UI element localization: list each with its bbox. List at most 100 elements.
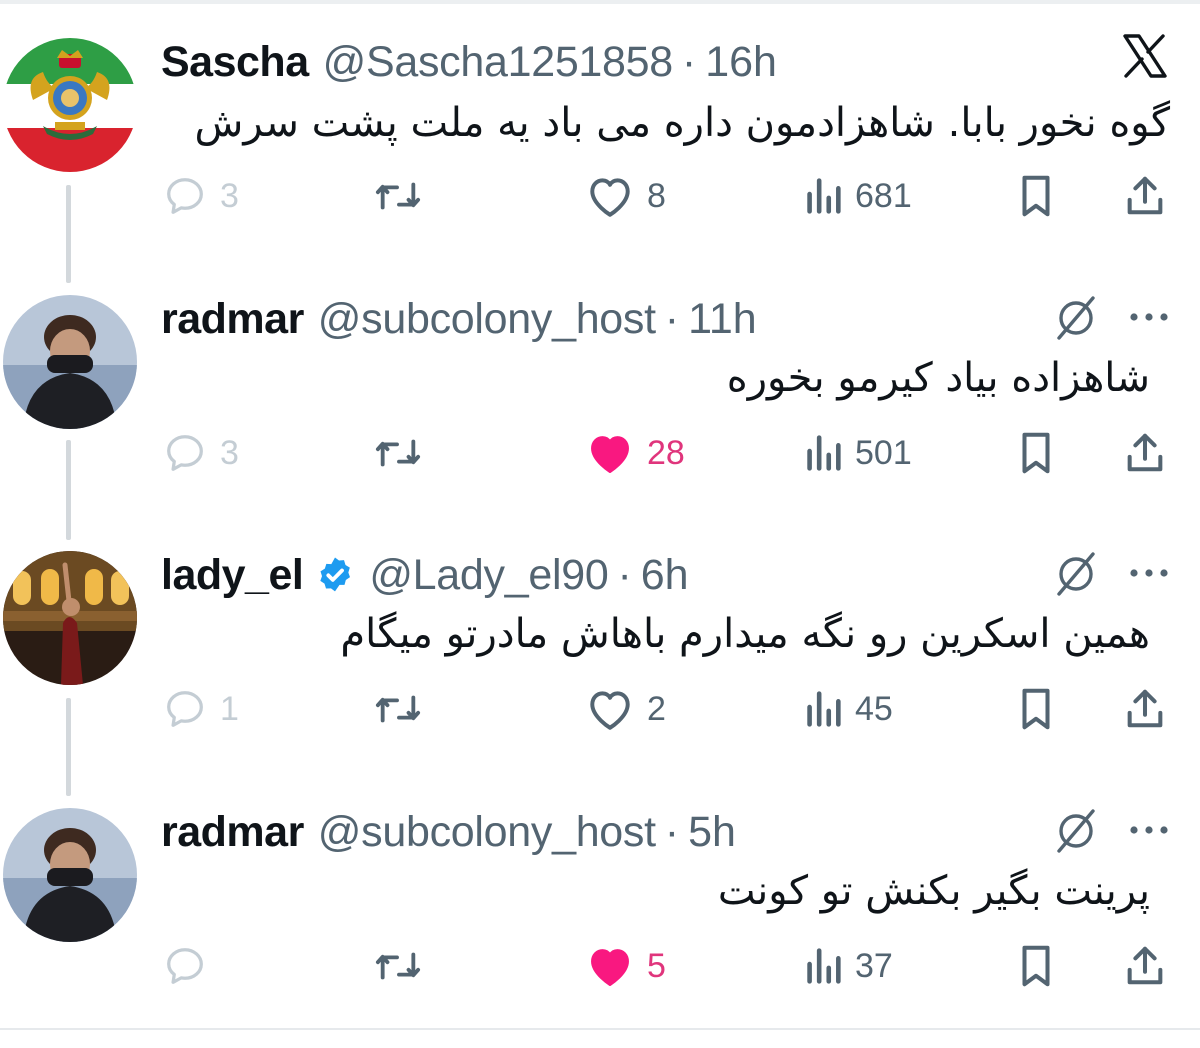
tweet[interactable]: Sascha @Sascha1251858 · 16h گوه نخور باب… bbox=[0, 34, 1200, 278]
heart-filled-icon bbox=[591, 436, 629, 473]
view-count: 45 bbox=[855, 689, 893, 728]
retweet-button[interactable] bbox=[372, 938, 424, 994]
retweet-icon bbox=[375, 439, 421, 467]
separator-dot: · bbox=[664, 294, 680, 343]
like-count: 28 bbox=[647, 433, 685, 472]
retweet-button[interactable] bbox=[372, 681, 424, 737]
views-chart-icon bbox=[807, 435, 841, 471]
reply-button[interactable]: 3 bbox=[162, 425, 239, 481]
bookmark-icon bbox=[1022, 175, 1050, 217]
views-button[interactable]: 681 bbox=[803, 168, 912, 224]
retweet-icon bbox=[375, 695, 421, 723]
share-icon bbox=[1127, 946, 1163, 985]
profile-photo-avatar bbox=[3, 551, 137, 685]
views-button[interactable]: 37 bbox=[803, 938, 893, 994]
reply-count: 1 bbox=[220, 689, 239, 728]
timestamp[interactable]: 5h bbox=[688, 808, 736, 857]
reply-icon bbox=[167, 435, 203, 471]
grok-icon[interactable] bbox=[1053, 808, 1099, 854]
views-chart-icon bbox=[807, 178, 841, 214]
tweet[interactable]: radmar @subcolony_host · 11h شاهزاده بیا… bbox=[0, 295, 1200, 535]
share-button[interactable] bbox=[1122, 681, 1168, 737]
heart-icon bbox=[590, 178, 630, 217]
views-button[interactable]: 45 bbox=[803, 681, 893, 737]
reply-count: 3 bbox=[220, 176, 239, 215]
like-button[interactable]: 28 bbox=[585, 425, 685, 481]
heart-icon bbox=[590, 691, 630, 730]
more-options-icon[interactable] bbox=[1128, 824, 1170, 836]
tweet-header: radmar @subcolony_host · 11h bbox=[161, 295, 757, 343]
bottom-divider bbox=[0, 1028, 1200, 1030]
like-count: 2 bbox=[647, 689, 666, 728]
tweet-text: پرینت بگیر بکنش تو کونت bbox=[717, 868, 1150, 914]
user-handle[interactable]: @Lady_el90 bbox=[369, 551, 608, 600]
bookmark-icon bbox=[1022, 432, 1050, 474]
action-bar: 3 28 501 bbox=[0, 425, 1200, 481]
tweet-text: همین اسکرین رو نگه میدارم باهاش مادرتو م… bbox=[340, 611, 1150, 657]
tweet-header: lady_el @Lady_el90 · 6h bbox=[161, 551, 689, 599]
like-button[interactable]: 2 bbox=[585, 681, 666, 737]
reply-count: 3 bbox=[220, 433, 239, 472]
grok-icon[interactable] bbox=[1053, 295, 1099, 341]
action-bar: 3 8 681 bbox=[0, 168, 1200, 224]
avatar[interactable] bbox=[3, 551, 137, 685]
avatar[interactable] bbox=[3, 38, 137, 172]
display-name[interactable]: lady_el bbox=[161, 551, 304, 600]
view-count: 37 bbox=[855, 946, 893, 985]
bookmark-button[interactable] bbox=[1014, 425, 1058, 481]
timestamp[interactable]: 6h bbox=[641, 551, 689, 600]
reply-button[interactable]: 1 bbox=[162, 681, 239, 737]
retweet-button[interactable] bbox=[372, 425, 424, 481]
action-bar: 1 2 45 bbox=[0, 681, 1200, 737]
timestamp[interactable]: 16h bbox=[705, 38, 777, 87]
like-count: 5 bbox=[647, 946, 666, 985]
tweet[interactable]: lady_el @Lady_el90 · 6h همین اسکرین رو ن… bbox=[0, 551, 1200, 791]
separator-dot: · bbox=[681, 37, 697, 86]
user-handle[interactable]: @Sascha1251858 bbox=[323, 38, 674, 87]
like-button[interactable]: 8 bbox=[585, 168, 666, 224]
more-options-icon[interactable] bbox=[1128, 311, 1170, 323]
like-count: 8 bbox=[647, 176, 666, 215]
more-options-icon[interactable] bbox=[1128, 567, 1170, 579]
display-name[interactable]: Sascha bbox=[161, 38, 309, 87]
x-logo-icon[interactable] bbox=[1121, 32, 1169, 80]
views-chart-icon bbox=[807, 948, 841, 984]
tweet-header: Sascha @Sascha1251858 · 16h bbox=[161, 38, 777, 86]
reply-button[interactable] bbox=[162, 938, 220, 994]
avatar[interactable] bbox=[3, 295, 137, 429]
reply-icon bbox=[167, 178, 203, 214]
top-divider bbox=[0, 0, 1200, 4]
share-button[interactable] bbox=[1122, 938, 1168, 994]
bookmark-button[interactable] bbox=[1014, 681, 1058, 737]
lion-and-sun-flag-avatar bbox=[3, 38, 137, 172]
like-button[interactable]: 5 bbox=[585, 938, 666, 994]
profile-photo-avatar bbox=[3, 808, 137, 942]
bookmark-icon bbox=[1022, 688, 1050, 730]
bookmark-icon bbox=[1022, 945, 1050, 987]
action-bar: 5 37 bbox=[0, 938, 1200, 994]
grok-icon[interactable] bbox=[1053, 551, 1099, 597]
retweet-icon bbox=[375, 952, 421, 980]
share-button[interactable] bbox=[1122, 425, 1168, 481]
tweet-text: شاهزاده بیاد کیرمو بخوره bbox=[726, 355, 1150, 401]
separator-dot: · bbox=[617, 550, 632, 599]
user-handle[interactable]: @subcolony_host bbox=[318, 295, 656, 344]
views-button[interactable]: 501 bbox=[803, 425, 912, 481]
reply-icon bbox=[167, 948, 203, 984]
heart-filled-icon bbox=[591, 949, 629, 986]
avatar[interactable] bbox=[3, 808, 137, 942]
display-name[interactable]: radmar bbox=[161, 808, 304, 857]
share-button[interactable] bbox=[1122, 168, 1168, 224]
retweet-button[interactable] bbox=[372, 168, 424, 224]
tweet[interactable]: radmar @subcolony_host · 5h پرینت بگیر ب… bbox=[0, 808, 1200, 1048]
views-chart-icon bbox=[807, 691, 841, 727]
user-handle[interactable]: @subcolony_host bbox=[318, 808, 656, 857]
display-name[interactable]: radmar bbox=[161, 295, 304, 344]
bookmark-button[interactable] bbox=[1014, 168, 1058, 224]
bookmark-button[interactable] bbox=[1014, 938, 1058, 994]
view-count: 501 bbox=[855, 433, 912, 472]
timestamp[interactable]: 11h bbox=[688, 295, 757, 344]
reply-icon bbox=[167, 691, 203, 727]
reply-button[interactable]: 3 bbox=[162, 168, 239, 224]
profile-photo-avatar bbox=[3, 295, 137, 429]
